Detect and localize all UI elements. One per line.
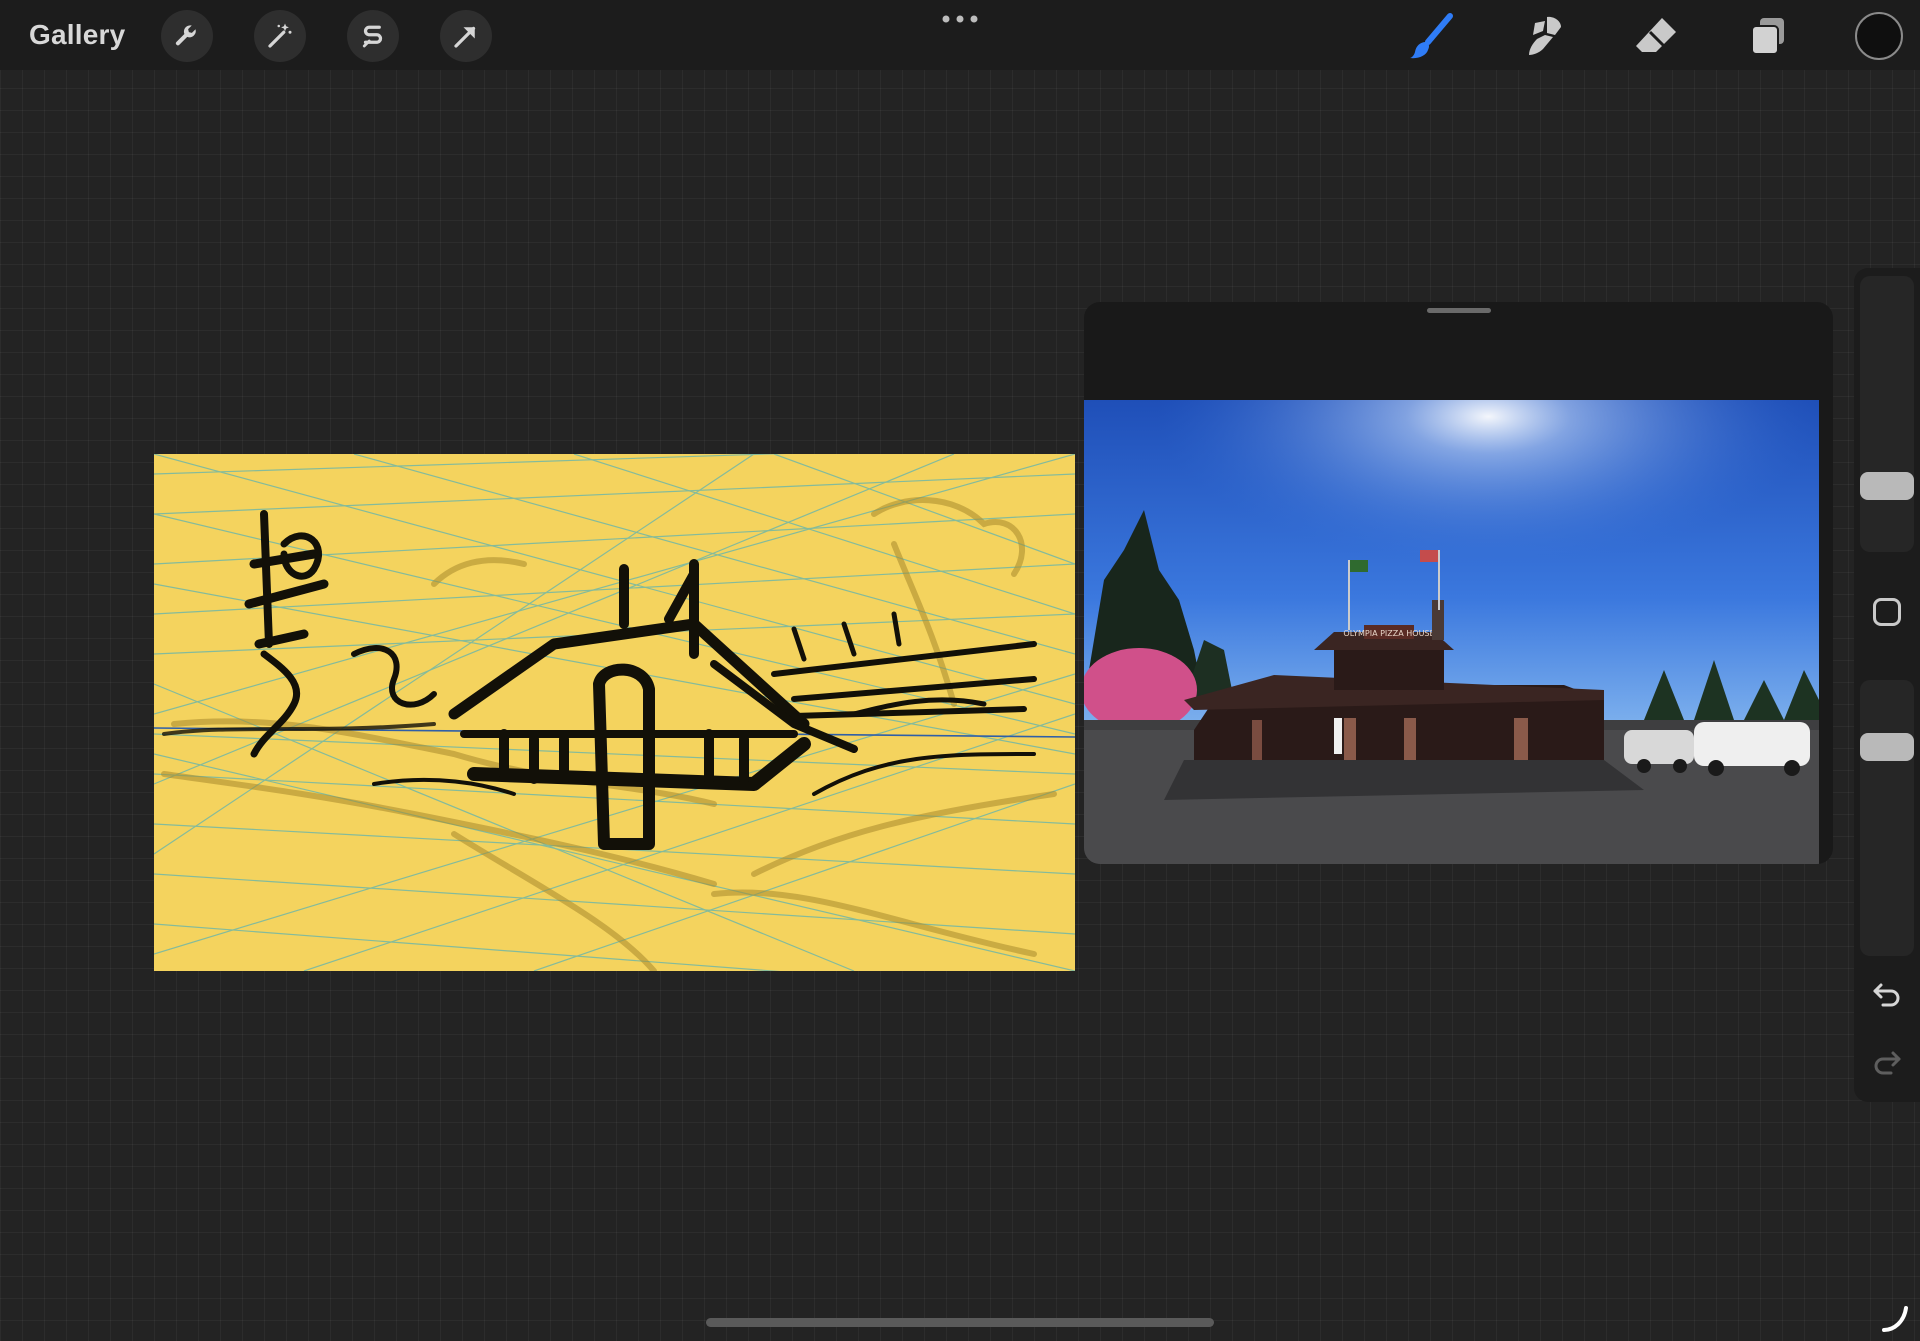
side-toolbar	[1854, 268, 1920, 1102]
redo-button[interactable]	[1868, 1044, 1906, 1082]
transform-arrow-icon	[454, 26, 476, 48]
home-indicator[interactable]	[706, 1318, 1214, 1327]
smudge-icon	[1529, 16, 1561, 55]
selection-s-icon	[362, 25, 383, 48]
opacity-thumb[interactable]	[1860, 733, 1914, 761]
brush-size-thumb[interactable]	[1860, 472, 1914, 500]
selection-button[interactable]	[347, 10, 399, 62]
redo-icon	[1874, 1051, 1901, 1075]
brush-size-slider[interactable]	[1860, 276, 1914, 552]
eraser-icon	[1636, 18, 1676, 52]
modify-button[interactable]	[1873, 598, 1901, 626]
smudge-tool-button[interactable]	[1516, 10, 1572, 62]
quick-menu-icon[interactable]	[1880, 1304, 1910, 1334]
reference-sign-text: OLYMPIA PIZZA HOUSE	[1343, 629, 1434, 638]
more-dots-icon[interactable]	[940, 12, 980, 26]
reference-window[interactable]: OLYMPIA PIZZA HOUSE	[1084, 302, 1833, 864]
undo-button[interactable]	[1868, 976, 1906, 1014]
top-toolbar: Gallery	[0, 0, 1920, 70]
sketch-artwork	[154, 454, 1075, 971]
drawing-canvas[interactable]	[154, 454, 1075, 971]
layers-button[interactable]	[1740, 10, 1796, 62]
reference-drag-handle[interactable]	[1427, 308, 1491, 313]
adjustments-button[interactable]	[254, 10, 306, 62]
procreate-app: Gallery OLYMPIA PIZZA HOUSE	[0, 0, 1920, 1341]
undo-icon	[1873, 983, 1900, 1007]
wrench-icon	[175, 25, 196, 46]
transform-button[interactable]	[440, 10, 492, 62]
brush-icon	[1410, 13, 1453, 59]
gallery-button[interactable]: Gallery	[29, 16, 125, 54]
layers-icon	[1751, 18, 1784, 55]
opacity-slider[interactable]	[1860, 680, 1914, 956]
magic-wand-icon	[268, 23, 292, 48]
actions-button[interactable]	[161, 10, 213, 62]
color-picker-button[interactable]	[1855, 12, 1903, 60]
eraser-tool-button[interactable]	[1628, 10, 1684, 62]
brush-tool-button[interactable]	[1404, 10, 1460, 62]
reference-photo: OLYMPIA PIZZA HOUSE	[1084, 400, 1819, 864]
